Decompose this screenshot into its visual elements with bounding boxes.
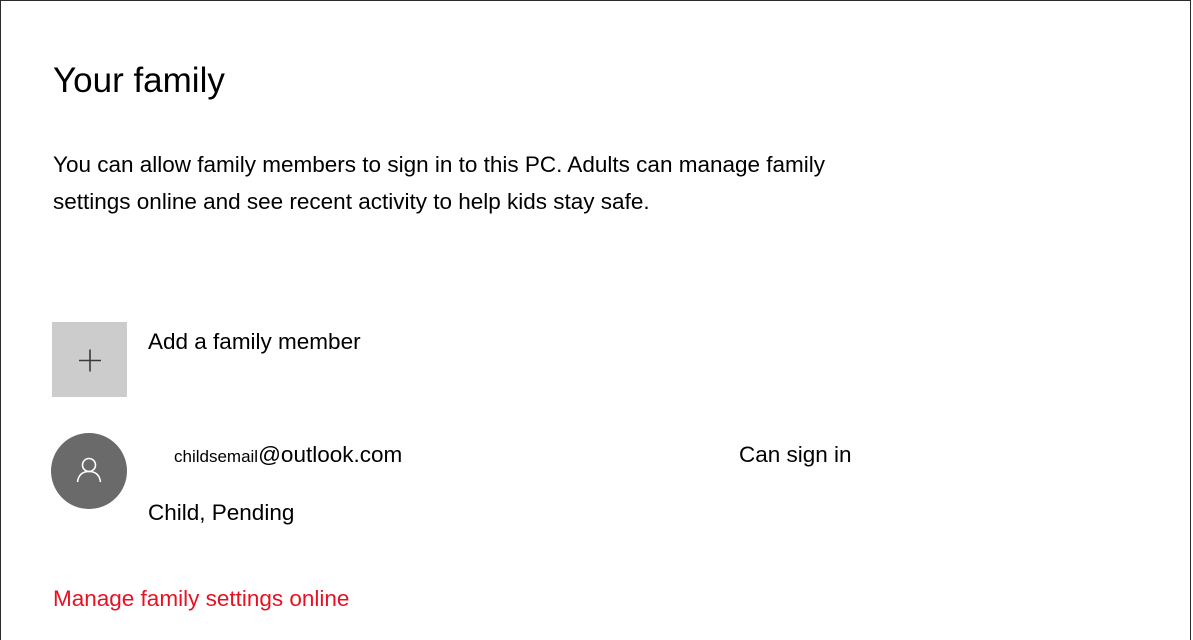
page-title: Your family	[53, 61, 225, 100]
redacted-area	[137, 439, 171, 469]
family-settings-panel: Your family You can allow family members…	[0, 0, 1191, 640]
avatar[interactable]	[51, 433, 127, 509]
member-email[interactable]: childsemail@outlook.com	[174, 437, 402, 475]
manage-family-settings-link[interactable]: Manage family settings online	[53, 581, 349, 617]
member-email-domain: @outlook.com	[258, 442, 403, 467]
add-family-member-button[interactable]	[52, 322, 127, 397]
member-sign-in-status: Can sign in	[739, 442, 852, 467]
add-family-member-label[interactable]: Add a family member	[148, 324, 361, 360]
section-description: You can allow family members to sign in …	[53, 152, 826, 214]
member-role: Child, Pending	[148, 500, 295, 525]
member-email-user: childsemail	[174, 447, 259, 466]
